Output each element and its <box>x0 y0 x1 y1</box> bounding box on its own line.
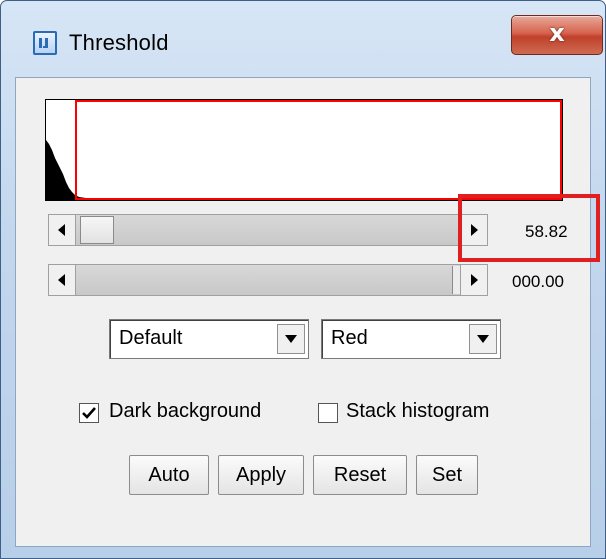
close-icon: x <box>549 19 565 47</box>
lower-slider-left-button[interactable] <box>48 214 76 246</box>
upper-slider-track[interactable] <box>76 264 462 296</box>
chevron-down-icon <box>285 335 297 343</box>
display-mode-value: Red <box>331 327 368 349</box>
arrow-left-icon <box>58 224 65 236</box>
dark-background-checkbox[interactable] <box>79 403 99 423</box>
stack-histogram-label[interactable]: Stack histogram <box>346 400 489 423</box>
dialog-body: 58.82 000.00 Default Red Dark background… <box>15 77 591 547</box>
threshold-method-dropdown-button[interactable] <box>277 324 305 354</box>
title-bar[interactable]: Threshold x <box>1 1 605 77</box>
threshold-window: Threshold x 58.82 000.00 Default Red Dar… <box>0 0 606 559</box>
upper-slider-left-button[interactable] <box>48 264 76 296</box>
arrow-right-icon <box>471 274 478 286</box>
histogram-plot <box>45 99 563 201</box>
threshold-method-dropdown[interactable]: Default <box>109 319 309 359</box>
window-title: Threshold <box>69 30 169 55</box>
upper-slider-thumb-edge[interactable] <box>452 266 460 294</box>
highlight-box <box>458 194 600 262</box>
threshold-selection <box>75 100 562 200</box>
display-mode-dropdown-button[interactable] <box>469 324 497 354</box>
set-button[interactable]: Set <box>416 455 478 495</box>
upper-threshold-value: 000.00 <box>512 272 564 291</box>
lower-slider-thumb[interactable] <box>80 216 114 244</box>
close-button[interactable]: x <box>511 15 603 55</box>
imagej-icon <box>33 31 57 55</box>
upper-threshold-slider[interactable] <box>48 264 488 296</box>
reset-button[interactable]: Reset <box>313 455 407 495</box>
arrow-left-icon <box>58 274 65 286</box>
histogram-bars <box>46 140 562 200</box>
upper-slider-right-button[interactable] <box>460 264 488 296</box>
threshold-method-value: Default <box>119 327 183 349</box>
display-mode-dropdown[interactable]: Red <box>321 319 501 359</box>
lower-threshold-slider[interactable] <box>48 214 488 246</box>
chevron-down-icon <box>477 335 489 343</box>
auto-button[interactable]: Auto <box>129 455 209 495</box>
dark-background-label[interactable]: Dark background <box>109 400 261 423</box>
checkmark-icon <box>82 407 96 419</box>
stack-histogram-checkbox[interactable] <box>318 403 338 423</box>
lower-slider-track[interactable] <box>76 214 460 246</box>
apply-button[interactable]: Apply <box>218 455 304 495</box>
